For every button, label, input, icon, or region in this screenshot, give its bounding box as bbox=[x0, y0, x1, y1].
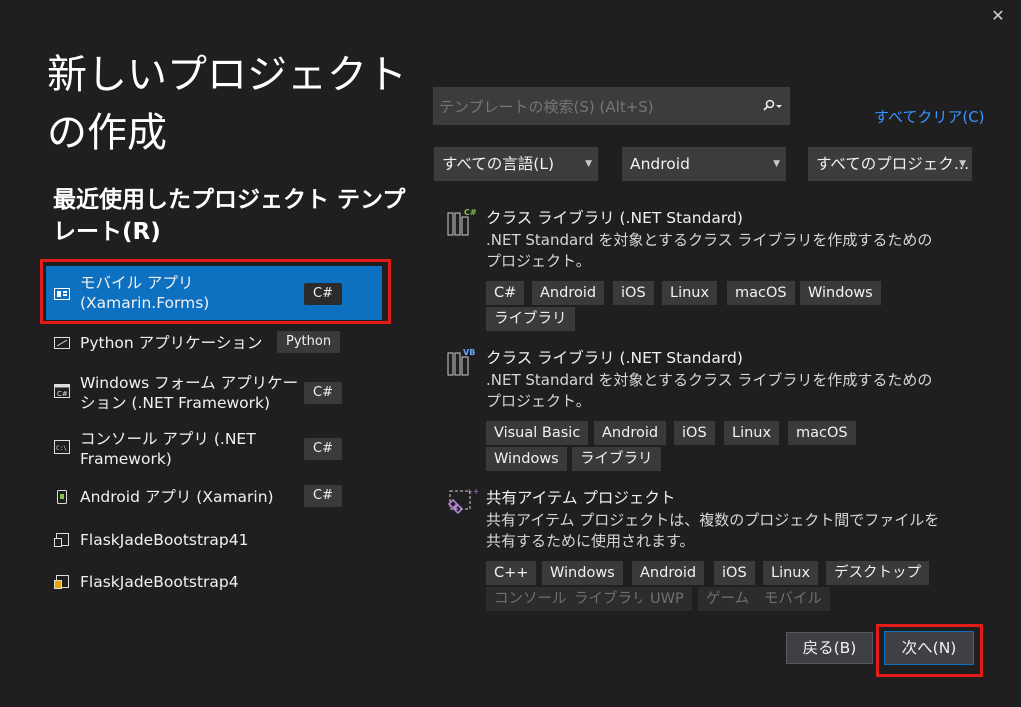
clear-all-link[interactable]: すべてクリア(C) bbox=[874, 106, 985, 127]
tag-chip: Android bbox=[532, 281, 605, 305]
android-app-icon bbox=[57, 490, 67, 504]
tag-chip: C++ bbox=[486, 561, 537, 585]
tag-chip: Linux bbox=[662, 281, 718, 305]
recent-item-flask-4[interactable]: FlaskJadeBootstrap4 bbox=[46, 569, 382, 595]
recent-item-android-app[interactable]: Android アプリ (Xamarin) C# bbox=[46, 484, 382, 510]
template-description: 共有アイテム プロジェクトは、複数のプロジェクト間でファイルを共有するために使用… bbox=[486, 511, 940, 550]
recent-templates-heading: 最近使用したプロジェクト テンプレート(R) bbox=[53, 187, 406, 245]
tag-chip: ゲーム bbox=[698, 587, 758, 611]
language-filter-value: すべての言語(L) bbox=[442, 155, 555, 173]
recent-item-label: FlaskJadeBootstrap4 bbox=[80, 573, 239, 591]
tag-chip: Windows bbox=[486, 447, 567, 471]
shared-items-project-icon: ++ bbox=[447, 487, 478, 515]
tag-chip: Linux bbox=[763, 561, 819, 585]
recent-item-console-app[interactable]: C:\ コンソール アプリ (.NET Framework) C# bbox=[46, 427, 382, 471]
recent-item-label: コンソール アプリ (.NET Framework) bbox=[80, 430, 256, 468]
python-app-icon bbox=[54, 337, 70, 349]
tag-chip: Visual Basic bbox=[486, 421, 589, 445]
tag-chip: Android bbox=[594, 421, 667, 445]
svg-text:++: ++ bbox=[466, 487, 478, 496]
tag-chip: ライブラリ bbox=[486, 307, 575, 331]
tag-chip: C# bbox=[486, 281, 525, 305]
language-tag: C# bbox=[304, 382, 342, 404]
project-type-filter-dropdown[interactable]: すべてのプロジェク… ▼ bbox=[808, 147, 972, 181]
chevron-down-icon: ▼ bbox=[585, 159, 592, 169]
language-tag: C# bbox=[304, 438, 342, 460]
search-input[interactable] bbox=[433, 87, 761, 127]
class-library-vb-icon: VB bbox=[447, 348, 475, 376]
recent-item-label: Android アプリ (Xamarin) bbox=[80, 488, 274, 506]
svg-text:C:\: C:\ bbox=[56, 445, 67, 452]
template-name: クラス ライブラリ (.NET Standard) bbox=[486, 349, 743, 367]
tag-chip: Linux bbox=[724, 421, 780, 445]
tag-chip: macOS bbox=[788, 421, 856, 445]
template-item-shared-items[interactable]: ++ 共有アイテム プロジェクト 共有アイテム プロジェクトは、複数のプロジェク… bbox=[446, 487, 966, 612]
template-name: 共有アイテム プロジェクト bbox=[486, 489, 676, 507]
svg-text:VB: VB bbox=[463, 348, 475, 357]
project-type-filter-value: すべてのプロジェク… bbox=[816, 155, 970, 173]
tag-chip: iOS bbox=[613, 281, 654, 305]
tag-chip: ライブラリ bbox=[572, 447, 661, 471]
flask-template-icon bbox=[54, 533, 69, 547]
class-library-cs-icon: C# bbox=[447, 208, 477, 236]
tag-chip: デスクトップ bbox=[826, 561, 929, 585]
flask-template-icon bbox=[54, 575, 69, 589]
language-filter-dropdown[interactable]: すべての言語(L) ▼ bbox=[434, 147, 598, 181]
language-tag: Python bbox=[277, 331, 341, 353]
template-name: クラス ライブラリ (.NET Standard) bbox=[486, 209, 743, 227]
tag-chip: コンソール bbox=[486, 587, 575, 611]
page-title: 新しいプロジェクトの作成 bbox=[47, 52, 407, 156]
language-tag: C# bbox=[304, 485, 342, 507]
tag-chip: iOS bbox=[674, 421, 715, 445]
tag-chip: Windows bbox=[800, 281, 881, 305]
windows-forms-icon: C# bbox=[54, 384, 70, 398]
tag-chip: Android bbox=[632, 561, 705, 585]
tag-chip: macOS bbox=[727, 281, 795, 305]
close-icon[interactable]: ✕ bbox=[990, 6, 1006, 26]
tag-chip: モバイル bbox=[756, 587, 830, 611]
recent-item-label: Windows フォーム アプリケーション (.NET Framework) bbox=[80, 374, 299, 412]
chevron-down-icon: ▼ bbox=[959, 159, 966, 169]
search-icon[interactable] bbox=[761, 99, 783, 113]
platform-filter-dropdown[interactable]: Android ▼ bbox=[622, 147, 786, 181]
svg-text:C#: C# bbox=[464, 208, 477, 217]
selected-template-highlight bbox=[40, 259, 391, 324]
recent-item-python-app[interactable]: Python アプリケーション Python bbox=[46, 330, 382, 356]
tag-chip: UWP bbox=[642, 587, 692, 611]
template-description: .NET Standard を対象とするクラス ライブラリを作成するためのプロジ… bbox=[486, 371, 933, 410]
chevron-down-icon: ▼ bbox=[773, 159, 780, 169]
tag-chip: iOS bbox=[714, 561, 755, 585]
console-app-icon: C:\ bbox=[54, 440, 70, 454]
platform-filter-value: Android bbox=[630, 155, 690, 173]
recent-item-label: FlaskJadeBootstrap41 bbox=[80, 531, 249, 549]
recent-item-label: Python アプリケーション bbox=[80, 334, 263, 352]
next-button-highlight bbox=[876, 624, 983, 677]
back-button[interactable]: 戻る(B) bbox=[786, 632, 873, 664]
recent-item-flask-41[interactable]: FlaskJadeBootstrap41 bbox=[46, 527, 382, 553]
template-item-class-library-vb[interactable]: VB クラス ライブラリ (.NET Standard) .NET Standa… bbox=[446, 347, 966, 472]
svg-text:C#: C# bbox=[57, 390, 68, 398]
template-description: .NET Standard を対象とするクラス ライブラリを作成するためのプロジ… bbox=[486, 231, 933, 270]
template-item-class-library-cs[interactable]: C# クラス ライブラリ (.NET Standard) .NET Standa… bbox=[446, 207, 966, 332]
tag-chip: Windows bbox=[542, 561, 623, 585]
template-search-box[interactable] bbox=[433, 87, 790, 127]
recent-item-windows-forms[interactable]: C# Windows フォーム アプリケーション (.NET Framework… bbox=[46, 371, 382, 415]
